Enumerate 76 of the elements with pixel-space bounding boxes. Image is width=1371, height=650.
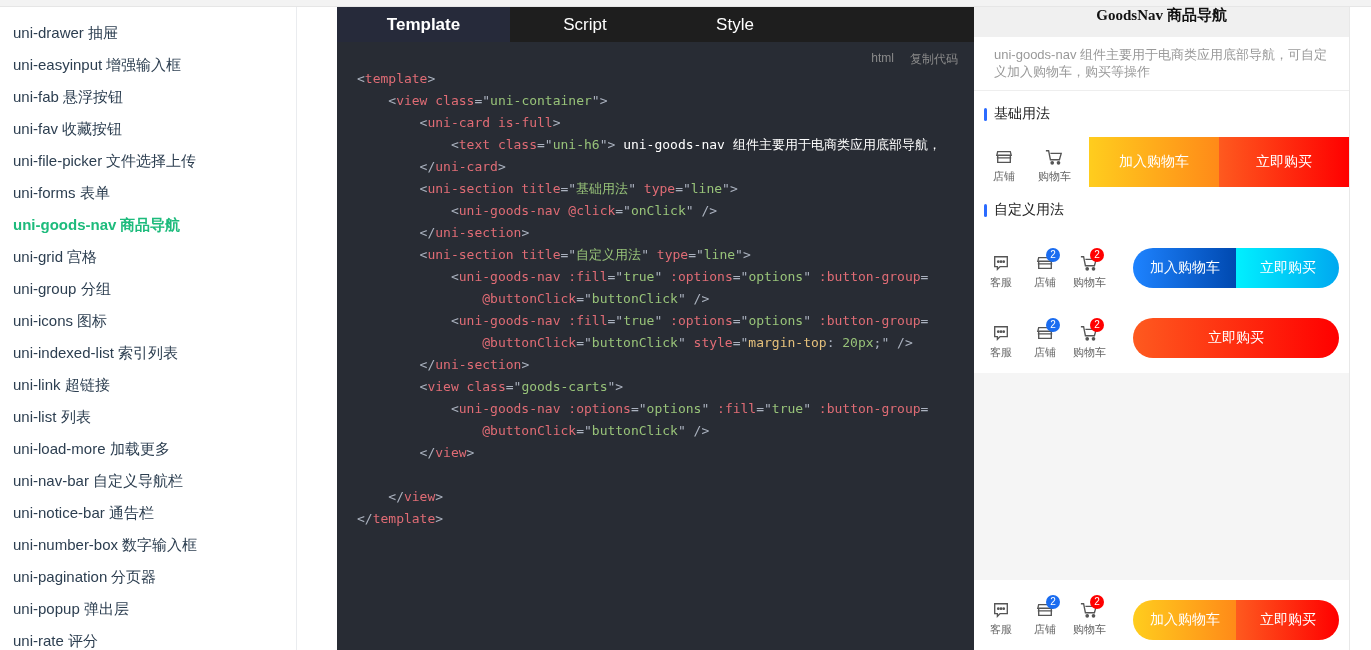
count-badge: 2: [1090, 318, 1104, 332]
store-icon: [995, 148, 1013, 166]
code-line: </view>: [418, 444, 476, 462]
code-tab[interactable]: Script: [510, 7, 660, 42]
code-line: @buttonClick="buttonClick" />: [481, 290, 711, 308]
nav-option[interactable]: 2 店铺: [1023, 246, 1067, 290]
nav-option[interactable]: 2 店铺: [1023, 593, 1067, 637]
sidebar-link[interactable]: uni-icons 图标: [0, 305, 296, 337]
sidebar-link[interactable]: uni-load-more 加载更多: [0, 433, 296, 465]
count-badge: 2: [1046, 248, 1060, 262]
nav-option[interactable]: 2 店铺: [1023, 316, 1067, 360]
section-marker: [984, 107, 987, 121]
section-title: 基础用法: [994, 105, 1050, 123]
code-line: </template>: [357, 510, 445, 528]
chat-icon: [992, 254, 1010, 272]
sidebar-link[interactable]: uni-nav-bar 自定义导航栏: [0, 465, 296, 497]
language-label: html: [871, 51, 894, 67]
page-title: GoodsNav 商品导航: [974, 7, 1349, 37]
code-line: <uni-section title="自定义用法" type="line">: [418, 246, 752, 264]
sidebar-link[interactable]: uni-indexed-list 索引列表: [0, 337, 296, 369]
action-button[interactable]: 加入购物车: [1133, 248, 1236, 288]
code-line: </uni-section>: [418, 224, 531, 242]
nav-option[interactable]: 2 购物车: [1067, 316, 1111, 360]
code-line: <uni-goods-nav :fill="true" :options="options" :button-group=: [449, 312, 930, 330]
code-line: </uni-card>: [418, 158, 507, 176]
sidebar-link[interactable]: uni-rate 评分: [0, 625, 296, 650]
sidebar-link[interactable]: uni-fab 悬浮按钮: [0, 81, 296, 113]
code-tab[interactable]: Template: [337, 7, 510, 42]
nav-option[interactable]: 2 购物车: [1067, 593, 1111, 637]
nav-option[interactable]: 客服: [979, 246, 1023, 290]
nav-option[interactable]: 2 购物车: [1067, 246, 1111, 290]
count-badge: 2: [1046, 318, 1060, 332]
section-marker: [984, 203, 987, 217]
section-title: 自定义用法: [994, 201, 1064, 219]
count-badge: 2: [1090, 248, 1104, 262]
cart-icon: [1045, 148, 1063, 166]
sidebar-link[interactable]: uni-forms 表单: [0, 177, 296, 209]
sidebar-link[interactable]: uni-group 分组: [0, 273, 296, 305]
count-badge: 2: [1046, 595, 1060, 609]
chat-icon: [992, 601, 1010, 619]
copy-code-link[interactable]: 复制代码: [910, 51, 958, 68]
nav-option[interactable]: 客服: [979, 316, 1023, 360]
sidebar-link[interactable]: uni-notice-bar 通告栏: [0, 497, 296, 529]
code-line: <uni-goods-nav @click="onClick" />: [449, 202, 719, 220]
code-line: @buttonClick="buttonClick" style="margin-top: 20px;" />: [481, 334, 914, 352]
code-line: <uni-goods-nav :fill="true" :options="options" :button-group=: [449, 268, 930, 286]
sidebar-link[interactable]: uni-popup 弹出层: [0, 593, 296, 625]
sidebar-link[interactable]: uni-pagination 分页器: [0, 561, 296, 593]
code-line: <uni-goods-nav :options="options" :fill="true" :button-group=: [449, 400, 930, 418]
code-line: <uni-card is-full>: [418, 114, 562, 132]
nav-option[interactable]: 客服: [979, 593, 1023, 637]
sidebar-link[interactable]: uni-number-box 数字输入框: [0, 529, 296, 561]
sidebar-link[interactable]: uni-list 列表: [0, 401, 296, 433]
intro-text: uni-goods-nav 组件主要用于电商类应用底部导航，可自定义加入购物车，购买等操作: [994, 47, 1327, 79]
count-badge: 2: [1090, 595, 1104, 609]
code-line: </uni-section>: [418, 356, 531, 374]
sidebar-link[interactable]: uni-drawer 抽屉: [0, 17, 296, 49]
code-line: <view class="uni-container">: [387, 92, 609, 110]
sidebar-link[interactable]: uni-grid 宫格: [0, 241, 296, 273]
chat-icon: [992, 324, 1010, 342]
code-line: <text class="uni-h6"> uni-goods-nav 组件主要用于电商类应用底部导航，: [449, 136, 942, 154]
action-button[interactable]: 立即购买: [1133, 318, 1339, 358]
nav-option[interactable]: 店铺: [979, 140, 1029, 184]
code-line: </view>: [387, 488, 445, 506]
action-button[interactable]: 立即购买: [1219, 137, 1349, 187]
sidebar-link[interactable]: uni-fav 收藏按钮: [0, 113, 296, 145]
sidebar-link[interactable]: uni-easyinput 增强输入框: [0, 49, 296, 81]
code-line: <template>: [357, 70, 437, 88]
action-button[interactable]: 立即购买: [1236, 600, 1339, 640]
code-tab[interactable]: Style: [660, 7, 810, 42]
nav-option[interactable]: 购物车: [1029, 140, 1079, 184]
code-line: @buttonClick="buttonClick" />: [481, 422, 711, 440]
code-line: <uni-section title="基础用法" type="line">: [418, 180, 739, 198]
sidebar-link[interactable]: uni-file-picker 文件选择上传: [0, 145, 296, 177]
sidebar-link[interactable]: uni-link 超链接: [0, 369, 296, 401]
code-line: <view class="goods-carts">: [418, 378, 625, 396]
